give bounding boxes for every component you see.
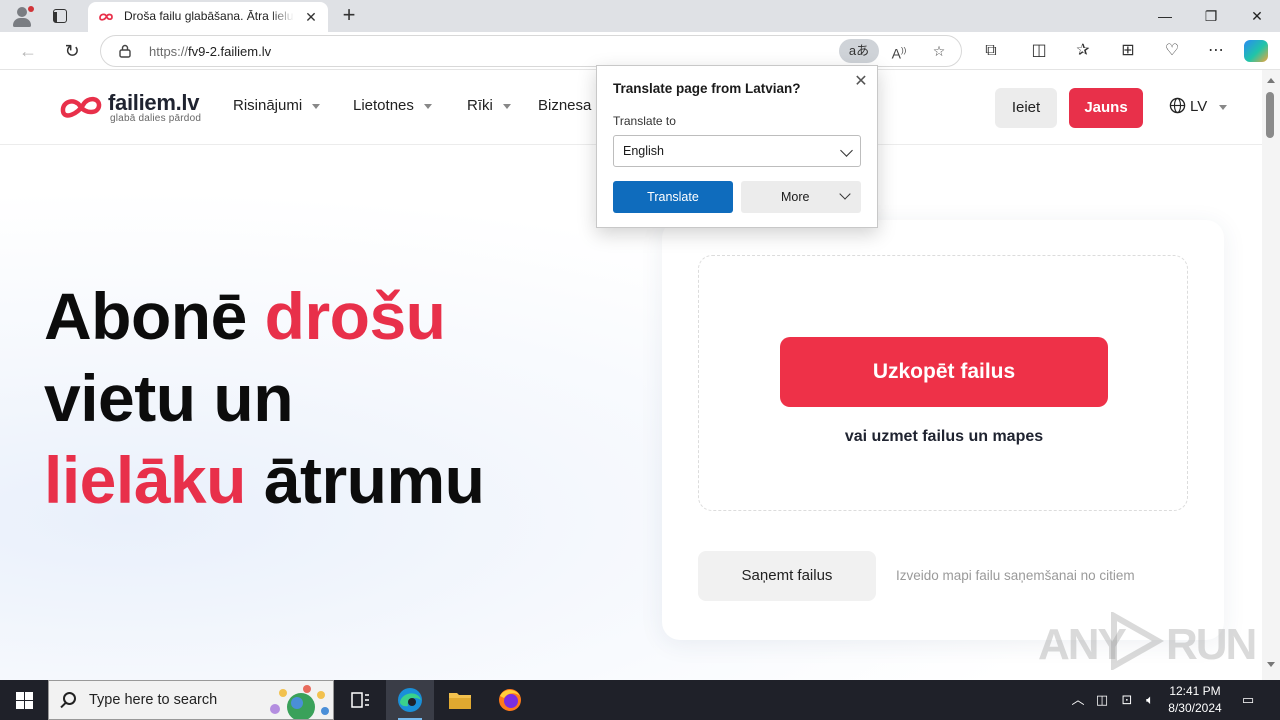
failiem-favicon-icon [99, 13, 113, 21]
copilot-icon[interactable] [1244, 40, 1268, 62]
favorite-star-icon[interactable]: ☆ [927, 40, 951, 62]
translate-icon[interactable]: aあ [839, 39, 879, 63]
scroll-down-icon[interactable] [1267, 662, 1275, 667]
receive-hint: Izveido mapi failu saņemšanai no citiem [896, 568, 1135, 583]
taskbar-search-input[interactable]: Type here to search [48, 680, 334, 720]
read-aloud-icon[interactable]: A)) [887, 40, 911, 62]
close-icon[interactable]: ✕ [851, 72, 871, 92]
chevron-down-icon [840, 144, 853, 157]
tray-app-icon[interactable]: ◫ [1092, 680, 1112, 720]
caret-down-icon [502, 103, 511, 109]
file-dropzone[interactable]: Uzkopēt failus vai uzmet failus un mapes [698, 255, 1188, 511]
menu-riki[interactable]: Rīki [467, 97, 511, 114]
target-language-select[interactable]: English [613, 135, 861, 167]
refresh-icon[interactable]: ↻ [58, 38, 86, 64]
menu-risinajumi[interactable]: Risinājumi [233, 97, 321, 114]
settings-more-icon[interactable]: ⋯ [1202, 38, 1230, 64]
anyrun-watermark: ANY RUN [1038, 608, 1257, 672]
search-highlight-icon [270, 685, 329, 719]
chevron-down-icon [839, 188, 851, 200]
window-close-icon[interactable]: ✕ [1234, 0, 1280, 32]
windows-start-icon[interactable] [0, 680, 48, 720]
caret-down-icon [423, 103, 432, 109]
favorites-icon[interactable]: ✰ [1069, 38, 1097, 64]
taskbar-clock[interactable]: 12:41 PM 8/30/2024 [1160, 683, 1230, 717]
caret-down-icon [1219, 104, 1228, 110]
menu-biznesa[interactable]: Biznesa [538, 97, 591, 114]
windows-taskbar: Type here to search ︿ ◫ ⊡ 🔈︎ 12:41 PM 8/… [0, 680, 1280, 720]
firefox-icon[interactable] [486, 680, 534, 720]
menu-lietotnes[interactable]: Lietotnes [353, 97, 432, 114]
edge-taskbar-icon[interactable] [386, 680, 434, 720]
split-screen-icon[interactable]: ◫ [1025, 38, 1053, 64]
failiem-logo-icon [60, 96, 102, 118]
more-button[interactable]: More [741, 181, 861, 213]
minimize-icon[interactable]: — [1142, 0, 1188, 32]
translate-popup-title: Translate page from Latvian? [613, 81, 801, 96]
lock-icon [119, 44, 131, 58]
hero-heading: Abonē drošu vietu un lielāku ātrumu [44, 279, 485, 517]
site-logo[interactable]: failiem.lv glabā dalies pārdod [58, 90, 208, 130]
language-selector[interactable]: LV [1169, 97, 1228, 115]
upload-card: Uzkopēt failus vai uzmet failus un mapes… [662, 220, 1224, 640]
tab-title: Droša failu glabāšana. Ātra lielu failu [124, 9, 294, 23]
address-bar[interactable]: https://fv9-2.failiem.lv aあ A)) ☆ [100, 35, 962, 67]
tray-overflow-icon[interactable]: ︿ [1068, 680, 1088, 720]
tab-close-icon[interactable]: ✕ [302, 8, 320, 26]
translate-popup: Translate page from Latvian? ✕ Translate… [596, 65, 878, 228]
search-icon [63, 692, 76, 705]
browser-tab-active[interactable]: Droša failu glabāšana. Ātra lielu failu … [88, 2, 328, 32]
tab-actions-icon[interactable] [48, 4, 72, 28]
signup-button[interactable]: Jauns [1069, 88, 1143, 128]
drop-hint: vai uzmet failus un mapes [844, 428, 1044, 445]
translate-button[interactable]: Translate [613, 181, 733, 213]
file-explorer-icon[interactable] [436, 680, 484, 720]
profile-icon[interactable] [8, 4, 36, 28]
login-button[interactable]: Ieiet [995, 88, 1057, 128]
restore-icon[interactable]: ❐ [1188, 0, 1234, 32]
browser-essentials-icon[interactable]: ♡ [1158, 38, 1186, 64]
network-icon[interactable]: ⊡ [1116, 680, 1138, 720]
play-logo-icon [1111, 612, 1164, 670]
task-view-icon[interactable] [336, 680, 384, 720]
volume-icon[interactable]: 🔈︎ [1140, 680, 1160, 720]
extensions-icon[interactable]: ⧉ [977, 38, 1005, 64]
receive-files-button[interactable]: Saņemt failus [698, 551, 876, 601]
notifications-icon[interactable]: ▭ [1236, 680, 1260, 720]
scroll-up-icon[interactable] [1267, 78, 1275, 83]
brand-tagline: glabā dalies pārdod [110, 113, 202, 124]
url-text[interactable]: https://fv9-2.failiem.lv [149, 44, 271, 59]
page-scrollbar[interactable] [1262, 70, 1280, 680]
scroll-thumb[interactable] [1266, 92, 1274, 138]
translate-to-label: Translate to [613, 114, 676, 128]
collections-icon[interactable]: ⊞ [1114, 38, 1142, 64]
upload-files-button[interactable]: Uzkopēt failus [780, 337, 1108, 407]
back-icon[interactable]: ← [14, 38, 42, 64]
tab-strip: Droša failu glabāšana. Ātra lielu failu … [0, 0, 1280, 32]
caret-down-icon [312, 103, 321, 109]
new-tab-icon[interactable]: + [338, 4, 360, 26]
globe-icon [1169, 97, 1186, 114]
